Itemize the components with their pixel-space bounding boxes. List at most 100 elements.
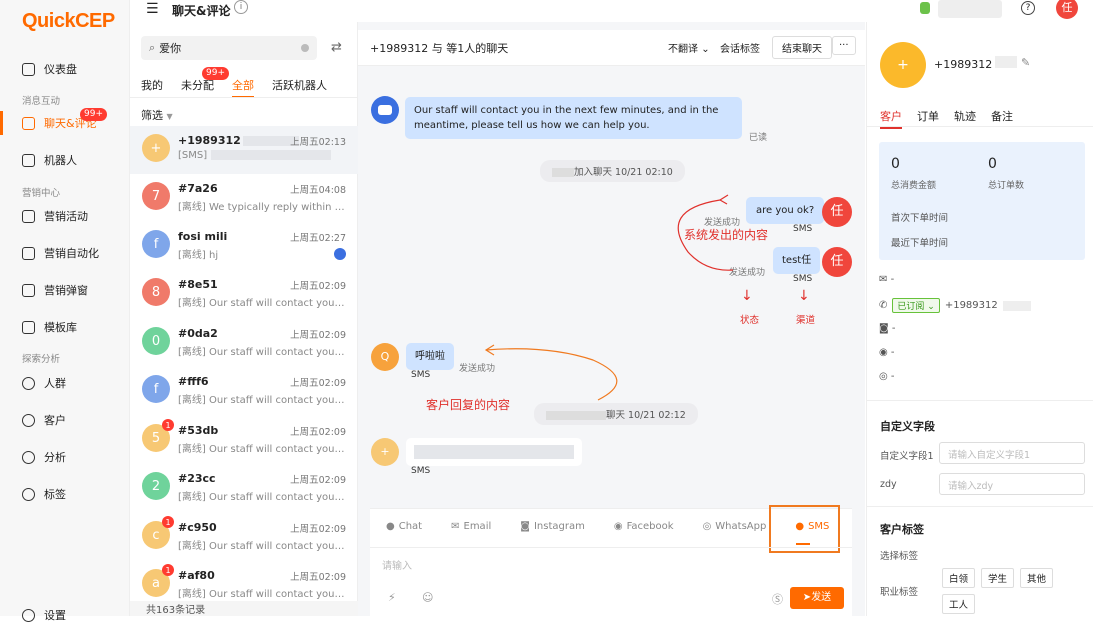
redacted-block [552, 168, 574, 177]
nav-settings[interactable]: 设置 [22, 604, 66, 626]
nav-chat-comments[interactable]: 聊天&评论 99+ [22, 108, 107, 134]
whatsapp-icon: ◎ [702, 521, 712, 532]
conversation-item[interactable]: 2 #23cc 上周五02:09 [离线] Our staff will con… [130, 464, 358, 512]
annotation-arrows [484, 194, 734, 401]
total-spent-label: 总消费金额 [891, 181, 937, 191]
more-button[interactable]: ··· [832, 36, 856, 55]
divider [867, 506, 1093, 507]
chevron-down-icon: ⌄ [927, 302, 935, 312]
nav-analytics[interactable]: 分析 [22, 446, 66, 468]
facebook-row: ◉ - [879, 347, 895, 358]
account-name[interactable] [938, 0, 1002, 18]
conversation-time: 上周五02:09 [290, 427, 346, 438]
nav-section-analytics: 探索分析 [22, 354, 61, 365]
lightning-icon[interactable]: ⚡ [388, 591, 396, 604]
nav-robot[interactable]: 机器人 [22, 149, 77, 171]
template-icon [22, 320, 35, 334]
subscribed-badge[interactable]: 已订阅 ⌄ [892, 298, 940, 313]
active-tab-underline [796, 543, 810, 545]
tab-chat[interactable]: ● Chat [386, 521, 422, 532]
divider [867, 126, 1093, 127]
custom-field-1-input[interactable]: 请输入自定义字段1 [939, 442, 1085, 464]
tag-student[interactable]: 学生 [981, 568, 1015, 588]
conversation-item[interactable]: f #fff6 上周五02:09 [离线] Our staff will con… [130, 367, 358, 415]
mail-icon: ✉ [451, 521, 460, 532]
send-button[interactable]: ➤发送 [790, 587, 844, 609]
filter-button[interactable]: 筛选 ▼ [141, 107, 173, 123]
translate-dropdown[interactable]: 不翻译 ⌄ [668, 40, 710, 55]
people-icon [22, 376, 35, 390]
info-icon[interactable]: i [234, 0, 248, 14]
tag-white-collar[interactable]: 白领 [942, 568, 976, 588]
conversation-item[interactable]: a 1 #af80 上周五02:09 [离线] Our staff will c… [130, 561, 358, 601]
conversation-item[interactable]: c 1 #c950 上周五02:09 [离线] Our staff will c… [130, 513, 358, 561]
session-tag-button[interactable]: 会话标签 [720, 40, 760, 55]
last-order-label: 最近下单时间 [891, 238, 949, 249]
conversation-name: #23cc [178, 472, 216, 485]
tab-mine[interactable]: 我的 [141, 77, 163, 98]
conversation-item[interactable]: f fosi mili 上周五02:27 [离线] hj [130, 222, 358, 270]
tab-active-bots[interactable]: 活跃机器人 [272, 77, 327, 98]
shop-icon [920, 2, 930, 14]
nav-tags[interactable]: 标签 [22, 483, 66, 505]
dollar-icon[interactable]: Ⓢ [772, 591, 783, 607]
conversation-item[interactable]: 8 #8e51 上周五02:09 [离线] Our staff will con… [130, 270, 358, 318]
menu-icon[interactable]: ☰ [146, 1, 159, 17]
switch-icon[interactable]: ⇄ [331, 40, 342, 55]
conversation-list-panel: ⌕ 爱你 ⇄ 我的 未分配 99+ 全部 活跃机器人 筛选 ▼ + +198931… [130, 22, 358, 616]
conversation-time: 上周五02:09 [290, 572, 346, 583]
conversation-avatar: 2 [142, 472, 170, 500]
clear-icon[interactable] [301, 44, 309, 52]
nav-audience[interactable]: 人群 [22, 372, 66, 394]
conversation-item[interactable]: 0 #0da2 上周五02:09 [离线] Our staff will con… [130, 319, 358, 367]
nav-campaigns[interactable]: 营销活动 [22, 205, 88, 227]
nav-section-messaging: 消息互动 [22, 96, 61, 107]
conversation-name: +1989312 [178, 134, 299, 147]
conversation-time: 上周五02:09 [290, 330, 346, 341]
tag-other[interactable]: 其他 [1020, 568, 1054, 588]
first-order-label: 首次下单时间 [891, 213, 949, 224]
conversation-time: 上周五02:27 [290, 233, 346, 244]
nav-templates[interactable]: 模板库 [22, 316, 77, 338]
conversation-preview: [SMS] [178, 150, 346, 161]
search-box[interactable]: ⌕ 爱你 [141, 36, 317, 60]
divider [370, 547, 852, 548]
conversation-item[interactable]: + +1989312 上周五02:13 [SMS] [130, 126, 358, 174]
divider [130, 97, 358, 98]
end-chat-button[interactable]: 结束聊天 [772, 36, 832, 59]
edit-icon[interactable]: ✎ [1021, 56, 1030, 69]
conversation-avatar: 0 [142, 327, 170, 355]
emoji-icon[interactable]: ☺ [422, 591, 433, 604]
tab-facebook[interactable]: ◉ Facebook [614, 521, 674, 532]
help-icon[interactable]: ? [1021, 1, 1035, 15]
tab-unassigned[interactable]: 未分配 99+ [181, 67, 229, 98]
bulb-icon [22, 450, 35, 464]
logo: QuickCEP [22, 10, 115, 32]
chat-icon [22, 116, 35, 130]
zdy-input[interactable]: 请输入zdy [939, 473, 1085, 495]
tag-worker[interactable]: 工人 [942, 594, 976, 614]
channel-tabs: ● Chat ✉ Email ◙ Instagram ◉ Facebook ◎ Whats… [386, 521, 829, 532]
profile-phone: +1989312 [934, 58, 993, 71]
nav-automation[interactable]: 营销自动化 [22, 242, 99, 264]
conversation-preview: [离线] Our staff will contact you in... [178, 395, 346, 406]
stats-card: 0 总消费金额 0 总订单数 首次下单时间 最近下单时间 [879, 142, 1085, 260]
conversation-name: fosi mili [178, 230, 228, 243]
message-input[interactable]: 请输入 [382, 557, 822, 577]
conversation-avatar: 7 [142, 182, 170, 210]
tab-email[interactable]: ✉ Email [451, 521, 491, 532]
nav-popups[interactable]: 营销弹窗 [22, 279, 88, 301]
conversation-item[interactable]: 7 #7a26 上周五04:08 [离线] We typically reply… [130, 174, 358, 222]
customer-tags-title: 客户标签 [880, 523, 924, 536]
user-avatar[interactable]: 任 [1056, 0, 1078, 19]
job-tag-label: 职业标签 [880, 587, 919, 598]
conversation-item[interactable]: 5 1 #53db 上周五02:09 [离线] Our staff will c… [130, 416, 358, 464]
nav-customers[interactable]: 客户 [22, 409, 66, 431]
tab-instagram[interactable]: ◙ Instagram [520, 521, 585, 532]
tab-all[interactable]: 全部 [232, 77, 254, 98]
customer-profile-panel: + +1989312 ✎ 客户 订单 轨迹 备注 0 总消费金额 0 总订单数 … [866, 22, 1093, 616]
chat-header: +1989312 与 等1人的聊天 不翻译 ⌄ 会话标签 结束聊天 ··· [358, 30, 865, 66]
search-input[interactable]: 爱你 [159, 40, 181, 56]
tab-whatsapp[interactable]: ◎ WhatsApp [703, 521, 767, 532]
nav-dashboard[interactable]: 仪表盘 [22, 58, 77, 80]
